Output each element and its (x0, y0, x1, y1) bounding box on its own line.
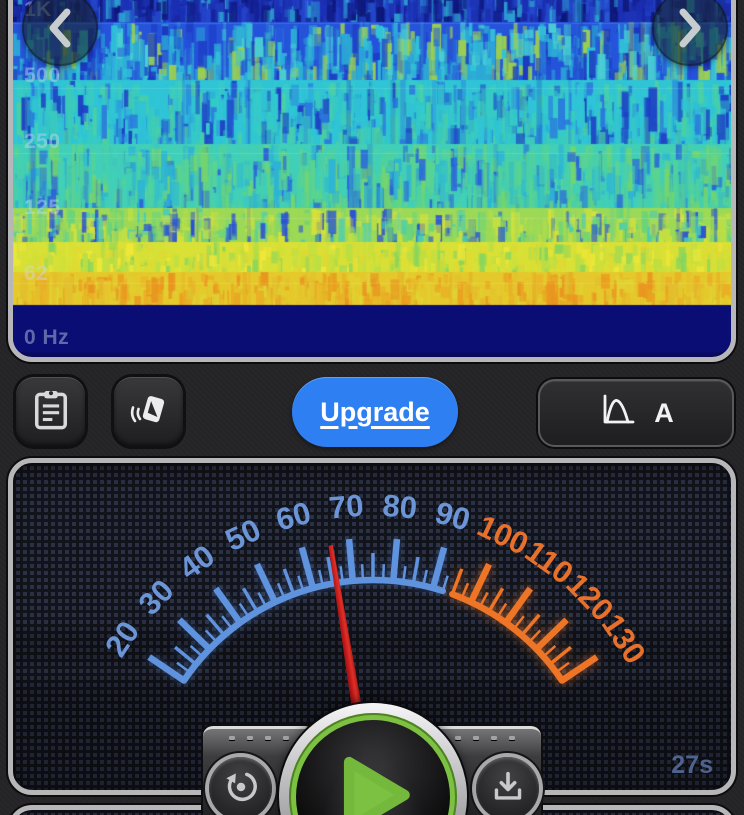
reset-button[interactable] (209, 757, 272, 815)
chevron-left-icon (45, 7, 75, 49)
svg-text:50: 50 (220, 512, 266, 558)
download-save-icon (491, 770, 525, 807)
clipboard-icon (32, 388, 70, 435)
reset-history-icon (223, 769, 259, 808)
spectrogram-panel (8, 0, 736, 362)
save-button[interactable] (476, 757, 539, 815)
svg-text:70: 70 (327, 488, 364, 526)
play-icon (337, 751, 415, 815)
shake-cards-icon (128, 389, 170, 434)
weighting-label: A (654, 398, 674, 429)
svg-text:40: 40 (173, 538, 221, 587)
app-screen: 1K 500 250 125 62 0 Hz (0, 0, 744, 815)
response-curve-icon (598, 393, 638, 434)
svg-text:80: 80 (381, 488, 418, 526)
svg-text:90: 90 (431, 495, 473, 538)
app-logo-button[interactable] (114, 377, 183, 446)
svg-text:20: 20 (98, 615, 146, 663)
svg-text:60: 60 (272, 495, 314, 538)
frequency-weighting-button[interactable]: A (538, 379, 734, 447)
svg-text:30: 30 (132, 573, 181, 622)
spectrogram-canvas[interactable] (13, 0, 731, 352)
upgrade-label: Upgrade (320, 397, 430, 427)
notes-button[interactable] (16, 377, 85, 446)
upgrade-button[interactable]: Upgrade (292, 377, 458, 447)
elapsed-time: 27s (671, 751, 713, 780)
chevron-right-icon (675, 7, 705, 49)
